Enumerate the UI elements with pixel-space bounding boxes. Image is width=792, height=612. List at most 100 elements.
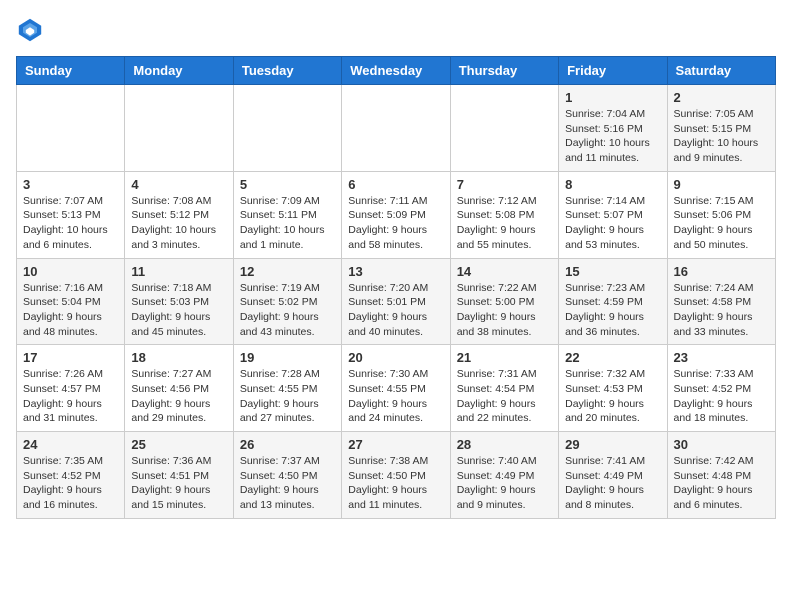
calendar-cell: 8 Sunrise: 7:14 AM Sunset: 5:07 PM Daylig… bbox=[559, 171, 667, 258]
day-number: 29 bbox=[565, 437, 660, 452]
day-info: Sunrise: 7:05 AM Sunset: 5:15 PM Dayligh… bbox=[674, 107, 769, 166]
day-info: Sunrise: 7:07 AM Sunset: 5:13 PM Dayligh… bbox=[23, 194, 118, 253]
calendar-cell: 1 Sunrise: 7:04 AM Sunset: 5:16 PM Daylig… bbox=[559, 85, 667, 172]
calendar-cell: 9Sunrise: 7:15 AM Sunset: 5:06 PM Daylig… bbox=[667, 171, 775, 258]
day-info: Sunrise: 7:40 AM Sunset: 4:49 PM Dayligh… bbox=[457, 454, 552, 513]
day-number: 19 bbox=[240, 350, 335, 365]
calendar-cell: 28 Sunrise: 7:40 AM Sunset: 4:49 PM Dayli… bbox=[450, 432, 558, 519]
day-info: Sunrise: 7:24 AM Sunset: 4:58 PM Dayligh… bbox=[674, 281, 769, 340]
day-number: 20 bbox=[348, 350, 443, 365]
day-header-sunday: Sunday bbox=[17, 57, 125, 85]
day-info: Sunrise: 7:22 AM Sunset: 5:00 PM Dayligh… bbox=[457, 281, 552, 340]
calendar-week-row: 3 Sunrise: 7:07 AM Sunset: 5:13 PM Daylig… bbox=[17, 171, 776, 258]
day-number: 14 bbox=[457, 264, 552, 279]
day-info: Sunrise: 7:23 AM Sunset: 4:59 PM Dayligh… bbox=[565, 281, 660, 340]
calendar-cell: 18 Sunrise: 7:27 AM Sunset: 4:56 PM Dayli… bbox=[125, 345, 233, 432]
day-info: Sunrise: 7:11 AM Sunset: 5:09 PM Dayligh… bbox=[348, 194, 443, 253]
calendar-cell: 23 Sunrise: 7:33 AM Sunset: 4:52 PM Dayli… bbox=[667, 345, 775, 432]
day-info: Sunrise: 7:14 AM Sunset: 5:07 PM Dayligh… bbox=[565, 194, 660, 253]
day-header-wednesday: Wednesday bbox=[342, 57, 450, 85]
calendar-cell: 10 Sunrise: 7:16 AM Sunset: 5:04 PM Dayli… bbox=[17, 258, 125, 345]
day-number: 1 bbox=[565, 90, 660, 105]
calendar-table: SundayMondayTuesdayWednesdayThursdayFrid… bbox=[16, 56, 776, 519]
day-info: Sunrise: 7:18 AM Sunset: 5:03 PM Dayligh… bbox=[131, 281, 226, 340]
calendar-cell: 15 Sunrise: 7:23 AM Sunset: 4:59 PM Dayli… bbox=[559, 258, 667, 345]
day-number: 28 bbox=[457, 437, 552, 452]
day-header-monday: Monday bbox=[125, 57, 233, 85]
day-number: 7 bbox=[457, 177, 552, 192]
calendar-cell: 3 Sunrise: 7:07 AM Sunset: 5:13 PM Daylig… bbox=[17, 171, 125, 258]
calendar-cell bbox=[342, 85, 450, 172]
calendar-week-row: 1 Sunrise: 7:04 AM Sunset: 5:16 PM Daylig… bbox=[17, 85, 776, 172]
day-number: 5 bbox=[240, 177, 335, 192]
day-number: 11 bbox=[131, 264, 226, 279]
day-number: 16 bbox=[674, 264, 769, 279]
calendar-cell: 2 Sunrise: 7:05 AM Sunset: 5:15 PM Daylig… bbox=[667, 85, 775, 172]
calendar-cell: 21 Sunrise: 7:31 AM Sunset: 4:54 PM Dayli… bbox=[450, 345, 558, 432]
day-number: 13 bbox=[348, 264, 443, 279]
day-number: 8 bbox=[565, 177, 660, 192]
calendar-cell: 14 Sunrise: 7:22 AM Sunset: 5:00 PM Dayli… bbox=[450, 258, 558, 345]
calendar-cell: 27 Sunrise: 7:38 AM Sunset: 4:50 PM Dayli… bbox=[342, 432, 450, 519]
calendar-cell: 12 Sunrise: 7:19 AM Sunset: 5:02 PM Dayli… bbox=[233, 258, 341, 345]
day-number: 2 bbox=[674, 90, 769, 105]
day-info: Sunrise: 7:41 AM Sunset: 4:49 PM Dayligh… bbox=[565, 454, 660, 513]
day-info: Sunrise: 7:35 AM Sunset: 4:52 PM Dayligh… bbox=[23, 454, 118, 513]
day-info: Sunrise: 7:27 AM Sunset: 4:56 PM Dayligh… bbox=[131, 367, 226, 426]
day-info: Sunrise: 7:20 AM Sunset: 5:01 PM Dayligh… bbox=[348, 281, 443, 340]
day-number: 18 bbox=[131, 350, 226, 365]
day-header-saturday: Saturday bbox=[667, 57, 775, 85]
day-number: 30 bbox=[674, 437, 769, 452]
day-number: 10 bbox=[23, 264, 118, 279]
day-number: 6 bbox=[348, 177, 443, 192]
day-number: 4 bbox=[131, 177, 226, 192]
day-number: 22 bbox=[565, 350, 660, 365]
calendar-cell bbox=[125, 85, 233, 172]
day-header-thursday: Thursday bbox=[450, 57, 558, 85]
day-number: 24 bbox=[23, 437, 118, 452]
day-number: 26 bbox=[240, 437, 335, 452]
day-header-tuesday: Tuesday bbox=[233, 57, 341, 85]
day-info: Sunrise: 7:04 AM Sunset: 5:16 PM Dayligh… bbox=[565, 107, 660, 166]
day-number: 21 bbox=[457, 350, 552, 365]
day-info: Sunrise: 7:16 AM Sunset: 5:04 PM Dayligh… bbox=[23, 281, 118, 340]
calendar-cell: 16 Sunrise: 7:24 AM Sunset: 4:58 PM Dayli… bbox=[667, 258, 775, 345]
calendar-cell: 26 Sunrise: 7:37 AM Sunset: 4:50 PM Dayli… bbox=[233, 432, 341, 519]
day-info: Sunrise: 7:31 AM Sunset: 4:54 PM Dayligh… bbox=[457, 367, 552, 426]
calendar-header-row: SundayMondayTuesdayWednesdayThursdayFrid… bbox=[17, 57, 776, 85]
day-number: 27 bbox=[348, 437, 443, 452]
day-info: Sunrise: 7:32 AM Sunset: 4:53 PM Dayligh… bbox=[565, 367, 660, 426]
calendar-cell: 20 Sunrise: 7:30 AM Sunset: 4:55 PM Dayli… bbox=[342, 345, 450, 432]
day-number: 25 bbox=[131, 437, 226, 452]
day-number: 12 bbox=[240, 264, 335, 279]
calendar-cell: 13 Sunrise: 7:20 AM Sunset: 5:01 PM Dayli… bbox=[342, 258, 450, 345]
day-info: Sunrise: 7:38 AM Sunset: 4:50 PM Dayligh… bbox=[348, 454, 443, 513]
calendar-cell: 11 Sunrise: 7:18 AM Sunset: 5:03 PM Dayli… bbox=[125, 258, 233, 345]
day-number: 23 bbox=[674, 350, 769, 365]
day-info: Sunrise: 7:37 AM Sunset: 4:50 PM Dayligh… bbox=[240, 454, 335, 513]
page-header bbox=[16, 16, 776, 44]
calendar-week-row: 24 Sunrise: 7:35 AM Sunset: 4:52 PM Dayli… bbox=[17, 432, 776, 519]
calendar-cell: 29 Sunrise: 7:41 AM Sunset: 4:49 PM Dayli… bbox=[559, 432, 667, 519]
calendar-cell: 17Sunrise: 7:26 AM Sunset: 4:57 PM Dayli… bbox=[17, 345, 125, 432]
calendar-cell: 30Sunrise: 7:42 AM Sunset: 4:48 PM Dayli… bbox=[667, 432, 775, 519]
day-info: Sunrise: 7:09 AM Sunset: 5:11 PM Dayligh… bbox=[240, 194, 335, 253]
logo bbox=[16, 16, 48, 44]
day-number: 15 bbox=[565, 264, 660, 279]
calendar-cell bbox=[450, 85, 558, 172]
calendar-cell: 19 Sunrise: 7:28 AM Sunset: 4:55 PM Dayli… bbox=[233, 345, 341, 432]
day-number: 17 bbox=[23, 350, 118, 365]
calendar-cell: 7 Sunrise: 7:12 AM Sunset: 5:08 PM Daylig… bbox=[450, 171, 558, 258]
day-info: Sunrise: 7:28 AM Sunset: 4:55 PM Dayligh… bbox=[240, 367, 335, 426]
day-info: Sunrise: 7:19 AM Sunset: 5:02 PM Dayligh… bbox=[240, 281, 335, 340]
logo-icon bbox=[16, 16, 44, 44]
day-info: Sunrise: 7:30 AM Sunset: 4:55 PM Dayligh… bbox=[348, 367, 443, 426]
day-info: Sunrise: 7:12 AM Sunset: 5:08 PM Dayligh… bbox=[457, 194, 552, 253]
day-number: 3 bbox=[23, 177, 118, 192]
day-info: Sunrise: 7:33 AM Sunset: 4:52 PM Dayligh… bbox=[674, 367, 769, 426]
calendar-cell bbox=[233, 85, 341, 172]
calendar-cell bbox=[17, 85, 125, 172]
calendar-cell: 24 Sunrise: 7:35 AM Sunset: 4:52 PM Dayli… bbox=[17, 432, 125, 519]
day-info: Sunrise: 7:08 AM Sunset: 5:12 PM Dayligh… bbox=[131, 194, 226, 253]
calendar-week-row: 17Sunrise: 7:26 AM Sunset: 4:57 PM Dayli… bbox=[17, 345, 776, 432]
